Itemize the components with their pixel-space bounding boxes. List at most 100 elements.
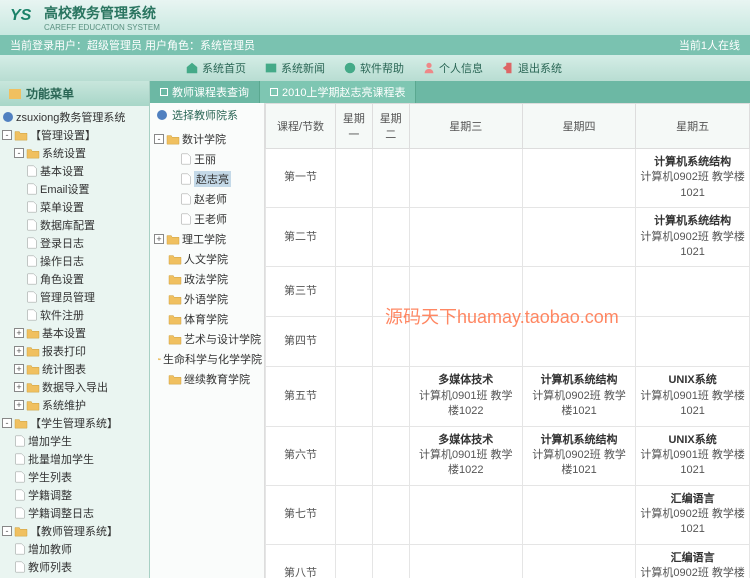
tree-leaf[interactable]: 软件注册 — [2, 306, 147, 324]
expand-icon[interactable]: - — [14, 148, 24, 158]
schedule-cell[interactable]: 计算机系统结构计算机0902班 教学楼1021 — [522, 367, 635, 426]
day-header: 星期一 — [336, 104, 373, 149]
dept-node[interactable]: -数计学院 — [152, 129, 262, 149]
schedule-cell-empty — [372, 149, 409, 208]
tab-teacher-schedule-query[interactable]: 教师课程表查询 — [150, 81, 260, 103]
schedule-cell-empty — [372, 426, 409, 485]
schedule-cell-empty — [372, 367, 409, 426]
menu-news[interactable]: 系统新闻 — [256, 57, 333, 79]
schedule-cell[interactable]: 计算机系统结构计算机0902班 教学楼1021 — [522, 426, 635, 485]
tab-label: 教师课程表查询 — [172, 84, 249, 100]
expand-icon[interactable]: - — [2, 130, 12, 140]
schedule-cell-empty — [372, 208, 409, 267]
dept-node[interactable]: 政法学院 — [152, 269, 262, 289]
schedule-cell[interactable]: 汇编语言计算机0902班 教学楼1021 — [636, 544, 750, 578]
tree-subgroup[interactable]: -系统设置 — [2, 144, 147, 162]
schedule-cell[interactable]: 计算机系统结构计算机0902班 教学楼1021 — [636, 208, 750, 267]
tab-icon — [270, 88, 278, 96]
tree-leaf[interactable]: 增加学生 — [2, 432, 147, 450]
panel-title-text: 功能菜单 — [26, 85, 74, 102]
schedule-cell-empty — [336, 267, 373, 317]
dept-header-text: 选择教师院系 — [172, 107, 238, 123]
expand-icon[interactable]: - — [154, 134, 164, 144]
period-label: 第八节 — [266, 544, 336, 578]
period-label: 第一节 — [266, 149, 336, 208]
tree-subgroup[interactable]: +系统维护 — [2, 396, 147, 414]
dept-node[interactable]: 继续教育学院 — [152, 369, 262, 389]
menu-logout[interactable]: 退出系统 — [493, 57, 570, 79]
expand-icon[interactable]: - — [2, 526, 12, 536]
expand-icon[interactable]: + — [14, 328, 24, 338]
tree-group[interactable]: -【学生管理系统】 — [2, 414, 147, 432]
schedule-area: 源码天下huamay.taobao.com 课程/节数星期一星期二星期三星期四星… — [265, 103, 750, 578]
expand-icon[interactable]: + — [14, 364, 24, 374]
tree-group[interactable]: -【教师管理系统】 — [2, 522, 147, 540]
schedule-cell-empty — [336, 485, 373, 544]
schedule-cell[interactable]: 多媒体技术计算机0901班 教学楼1022 — [409, 367, 522, 426]
dept-node[interactable]: 人文学院 — [152, 249, 262, 269]
tree-leaf[interactable]: 管理员管理 — [2, 288, 147, 306]
dept-node[interactable]: 体育学院 — [152, 309, 262, 329]
schedule-cell-empty — [409, 267, 522, 317]
tree-leaf[interactable]: 基本设置 — [2, 162, 147, 180]
teacher-node[interactable]: 王丽 — [152, 149, 262, 169]
tree-leaf[interactable]: 学籍调整 — [2, 486, 147, 504]
expand-icon[interactable]: - — [2, 418, 12, 428]
tree-leaf[interactable]: Email设置 — [2, 180, 147, 198]
dept-node[interactable]: +理工学院 — [152, 229, 262, 249]
teacher-node[interactable]: 赵老师 — [152, 189, 262, 209]
schedule-cell[interactable]: 计算机系统结构计算机0902班 教学楼1021 — [636, 149, 750, 208]
tab-schedule-detail[interactable]: 2010上学期赵志亮课程表 — [260, 81, 416, 103]
schedule-cell-empty — [336, 149, 373, 208]
dept-node[interactable]: 艺术与设计学院 — [152, 329, 262, 349]
tab-label: 2010上学期赵志亮课程表 — [282, 84, 405, 100]
teacher-node[interactable]: 王老师 — [152, 209, 262, 229]
dept-node[interactable]: 外语学院 — [152, 289, 262, 309]
tree-leaf[interactable]: 数据库配置 — [2, 216, 147, 234]
tree-leaf[interactable]: 登录日志 — [2, 234, 147, 252]
tree-root[interactable]: zsuxiong教务管理系统 — [2, 108, 147, 126]
teacher-node[interactable]: 赵志亮 — [152, 169, 262, 189]
period-label: 第三节 — [266, 267, 336, 317]
tree-leaf[interactable]: 角色设置 — [2, 270, 147, 288]
menu-home[interactable]: 系统首页 — [177, 57, 254, 79]
tree-group[interactable]: -【管理设置】 — [2, 126, 147, 144]
tree-subgroup[interactable]: +数据导入导出 — [2, 378, 147, 396]
tree-leaf[interactable]: 操作日志 — [2, 252, 147, 270]
current-user-text: 当前登录用户：超级管理员 用户角色：系统管理员 — [10, 37, 255, 53]
expand-icon[interactable]: + — [14, 346, 24, 356]
menu-label: 个人信息 — [439, 60, 483, 76]
tree-leaf[interactable]: 教师列表 — [2, 558, 147, 576]
schedule-cell[interactable]: 汇编语言计算机0902班 教学楼1021 — [636, 485, 750, 544]
schedule-cell-empty — [522, 208, 635, 267]
expand-icon[interactable]: + — [154, 234, 164, 244]
tree-leaf[interactable]: 学生列表 — [2, 468, 147, 486]
expand-icon[interactable]: + — [14, 382, 24, 392]
expand-icon[interactable]: + — [14, 400, 24, 410]
tree-leaf[interactable]: 批量增加学生 — [2, 450, 147, 468]
schedule-cell-empty — [372, 317, 409, 367]
tree-leaf[interactable]: 学籍调整日志 — [2, 504, 147, 522]
tree-subgroup[interactable]: +基本设置 — [2, 324, 147, 342]
day-header: 星期二 — [372, 104, 409, 149]
schedule-cell[interactable]: 多媒体技术计算机0901班 教学楼1022 — [409, 426, 522, 485]
tree-leaf[interactable]: 菜单设置 — [2, 198, 147, 216]
dept-panel-header: 选择教师院系 — [150, 103, 264, 127]
tree-leaf[interactable]: 增加教师 — [2, 540, 147, 558]
home-icon — [185, 61, 199, 75]
schedule-table: 课程/节数星期一星期二星期三星期四星期五第一节计算机系统结构计算机0902班 教… — [265, 103, 750, 578]
app-subtitle: CAREFF EDUCATION SYSTEM — [44, 23, 160, 32]
schedule-cell[interactable]: UNIX系统计算机0901班 教学楼1021 — [636, 367, 750, 426]
schedule-cell-empty — [409, 485, 522, 544]
department-tree: -数计学院王丽赵志亮赵老师王老师+理工学院人文学院政法学院外语学院体育学院艺术与… — [150, 127, 264, 391]
period-label: 第二节 — [266, 208, 336, 267]
department-panel: 选择教师院系 -数计学院王丽赵志亮赵老师王老师+理工学院人文学院政法学院外语学院… — [150, 103, 265, 578]
menu-help[interactable]: 软件帮助 — [335, 57, 412, 79]
tree-subgroup[interactable]: +报表打印 — [2, 342, 147, 360]
schedule-cell[interactable]: UNIX系统计算机0901班 教学楼1021 — [636, 426, 750, 485]
schedule-cell-empty — [336, 426, 373, 485]
tree-subgroup[interactable]: +统计图表 — [2, 360, 147, 378]
dept-node[interactable]: 生命科学与化学学院 — [152, 349, 262, 369]
menu-profile[interactable]: 个人信息 — [414, 57, 491, 79]
help-icon — [343, 61, 357, 75]
